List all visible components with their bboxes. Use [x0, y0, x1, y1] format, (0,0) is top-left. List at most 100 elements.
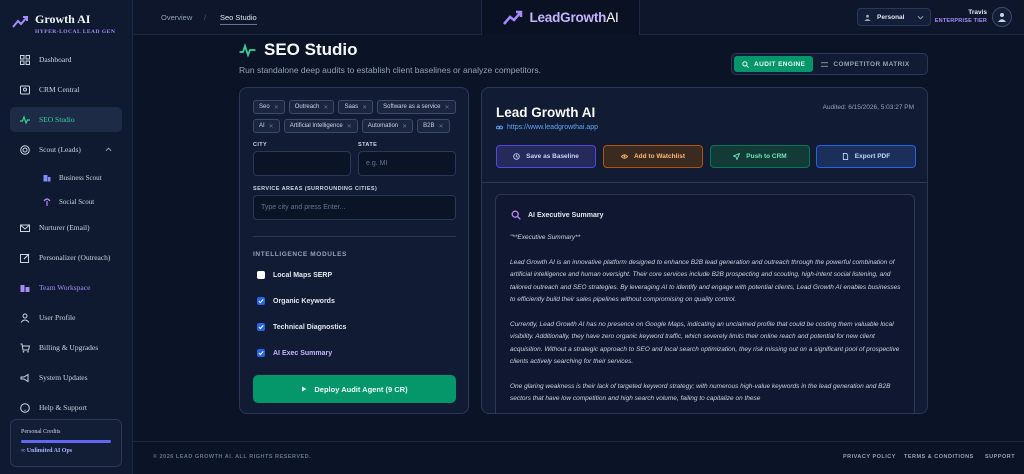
sidebar-item-seo-studio[interactable]: SEO Studio [10, 107, 122, 132]
check-icon [258, 325, 264, 330]
module-checkbox[interactable] [257, 271, 265, 279]
mail-icon [20, 224, 30, 232]
keyword-tag[interactable]: Saas ✕ [338, 100, 374, 114]
deploy-button-label: Deploy Audit Agent (9 CR) [314, 384, 408, 394]
push-to-crm-button[interactable]: Push to CRM [710, 145, 810, 168]
keyword-tag[interactable]: Outreach ✕ [288, 100, 335, 114]
keyword-tag[interactable]: Software as a service ✕ [377, 100, 456, 114]
summary-title: AI Executive Summary [528, 211, 604, 219]
matrix-icon [821, 61, 829, 67]
sidebar-item-help-support[interactable]: Help & Support [10, 395, 122, 420]
close-icon[interactable]: ✕ [347, 123, 352, 130]
module-checkbox[interactable] [257, 323, 265, 331]
sidebar-subitem-business-scout[interactable]: Business Scout [10, 167, 122, 188]
city-input[interactable] [253, 151, 351, 176]
avatar[interactable] [992, 7, 1012, 27]
tag-label: Artificial Intelligence [289, 123, 343, 129]
search-icon [511, 210, 521, 220]
eye-icon [620, 154, 628, 159]
app-logo[interactable]: LeadGrowthAI [481, 0, 640, 35]
sidebar-item-billing-upgrades[interactable]: Billing & Upgrades [10, 335, 122, 360]
button-label: Save as Baseline [526, 153, 579, 160]
summary-header: AI Executive Summary [511, 210, 603, 220]
service-areas-input[interactable]: Type city and press Enter... [253, 195, 456, 220]
keyword-tag[interactable]: B2B ✕ [417, 119, 450, 133]
module-checkbox[interactable] [257, 349, 265, 357]
team-icon [20, 284, 30, 292]
brand[interactable]: Growth AI HYPER-LOCAL LEAD GEN [12, 12, 115, 35]
crm-icon [20, 85, 30, 94]
sidebar-item-personalizer-outreach[interactable]: Personalizer (Outreach) [10, 245, 122, 270]
close-icon[interactable]: ✕ [362, 104, 367, 111]
edit-icon [20, 253, 30, 263]
sidebar-item-label: Personalizer (Outreach) [39, 253, 111, 262]
sidebar-item-team-workspace[interactable]: Team Workspace [10, 275, 122, 300]
module-label: Organic Keywords [273, 297, 335, 305]
module-label: AI Exec Summary [273, 349, 333, 357]
sidebar-item-label: Dashboard [39, 55, 72, 64]
keyword-tag[interactable]: AI ✕ [253, 119, 280, 133]
add-to-watchlist-button[interactable]: Add to Watchlist [603, 145, 703, 168]
sidebar-item-scout-leads[interactable]: Scout (Leads) [10, 137, 122, 162]
credits-bar [21, 440, 111, 443]
workspace-select[interactable]: Personal [857, 8, 931, 26]
deploy-audit-button[interactable]: Deploy Audit Agent (9 CR) [253, 375, 456, 403]
close-icon[interactable]: ✕ [445, 104, 450, 111]
privacy-policy-link[interactable]: PRIVACY POLICY [843, 454, 896, 460]
sidebar-item-label: Team Workspace [39, 283, 91, 292]
sidebar-subitem-social-scout[interactable]: Social Scout [10, 191, 122, 212]
workspace-value: Personal [877, 13, 905, 21]
competitor-matrix-tab[interactable]: COMPETITOR MATRIX [813, 56, 917, 72]
module-organic-keywords[interactable]: Organic Keywords [257, 297, 335, 305]
keyword-tag[interactable]: Seo ✕ [253, 100, 285, 114]
support-link[interactable]: SUPPORT [985, 454, 1015, 460]
user-icon [864, 14, 871, 21]
module-label: Technical Diagnostics [273, 323, 347, 331]
audit-timestamp: Audited: 6/15/2026, 5:03:27 PM [822, 104, 914, 111]
state-input[interactable]: e.g. MI [358, 151, 456, 176]
tab-label: AUDIT ENGINE [754, 60, 806, 68]
breadcrumb-overview[interactable]: Overview [161, 13, 192, 22]
module-local-maps-serp[interactable]: Local Maps SERP [257, 271, 332, 279]
sidebar-item-nurturer-email[interactable]: Nurturer (Email) [10, 215, 122, 240]
close-icon[interactable]: ✕ [402, 123, 407, 130]
save-as-baseline-button[interactable]: Save as Baseline [496, 145, 596, 168]
close-icon[interactable]: ✕ [323, 104, 328, 111]
keyword-tag[interactable]: Artificial Intelligence ✕ [283, 119, 358, 133]
sidebar-item-user-profile[interactable]: User Profile [10, 305, 122, 330]
sidebar-item-system-updates[interactable]: System Updates [10, 365, 122, 390]
antenna-icon [43, 197, 51, 206]
link-icon [496, 125, 503, 130]
button-label: Push to CRM [746, 153, 787, 160]
credits-value: ∞ Unlimited AI Ops [21, 448, 73, 454]
keyword-tag[interactable]: Automation ✕ [361, 119, 414, 133]
module-technical-diagnostics[interactable]: Technical Diagnostics [257, 323, 346, 331]
sidebar-item-label: CRM Central [39, 85, 80, 94]
module-checkbox[interactable] [257, 297, 265, 305]
logo-mark-icon [503, 10, 523, 25]
sidebar-item-crm-central[interactable]: CRM Central [10, 77, 122, 102]
export-pdf-button[interactable]: Export PDF [816, 145, 916, 168]
keyword-tags: Seo ✕ Outreach ✕ Saas ✕ Software as a servi… [253, 100, 463, 133]
tag-label: Outreach [294, 104, 320, 110]
terms-conditions-link[interactable]: TERMS & CONDITIONS [904, 454, 974, 460]
close-icon[interactable]: ✕ [439, 123, 444, 130]
history-icon [513, 153, 520, 160]
summary-paragraph: One glaring weakness is their lack of ta… [510, 382, 891, 403]
credits-label: Personal Credits [21, 429, 61, 435]
tag-label: Seo [259, 104, 270, 110]
sidebar-nav: Dashboard CRM Central SEO Studio Scout (… [10, 47, 122, 425]
service-areas-label: SERVICE AREAS (SURROUNDING CITIES) [253, 186, 378, 192]
summary-paragraph: Currently, Lead Growth AI has no presenc… [510, 320, 900, 366]
audit-engine-tab[interactable]: AUDIT ENGINE [734, 56, 814, 72]
sidebar-item-label: Billing & Upgrades [39, 343, 99, 352]
module-label: Local Maps SERP [273, 271, 333, 279]
page-header: SEO Studio [239, 40, 358, 60]
module-ai-exec-summary[interactable]: AI Exec Summary [257, 349, 332, 357]
cart-icon [20, 343, 30, 353]
sidebar-item-dashboard[interactable]: Dashboard [10, 47, 122, 72]
close-icon[interactable]: ✕ [274, 104, 279, 111]
report-url[interactable]: https://www.leadgrowthai.app [496, 124, 598, 131]
close-icon[interactable]: ✕ [269, 123, 274, 130]
summary-paragraph: Lead Growth AI is an innovative platform… [510, 258, 901, 304]
